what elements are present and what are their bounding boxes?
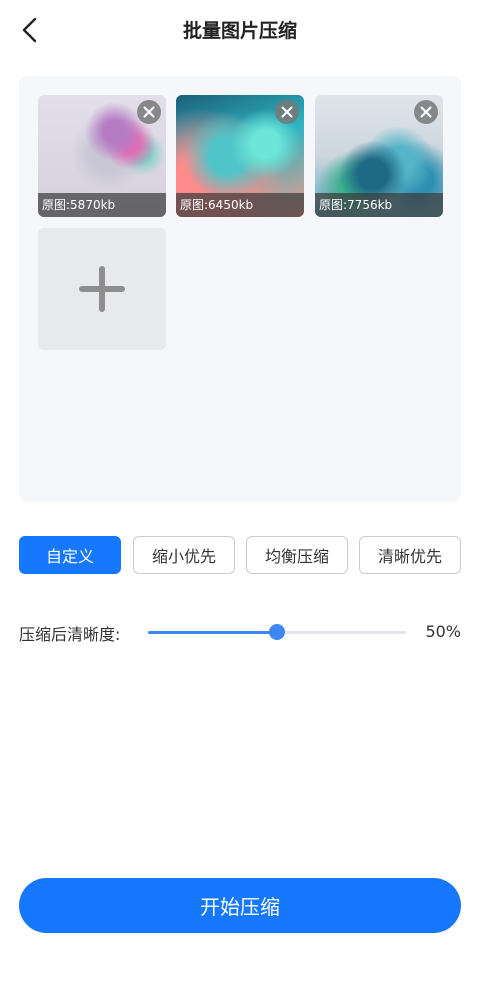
remove-image-button[interactable]	[137, 100, 161, 124]
plus-icon	[79, 266, 125, 312]
start-compress-button[interactable]: 开始压缩	[19, 878, 461, 933]
image-size-caption: 原图:7756kb	[315, 193, 443, 217]
compression-mode-selector: 自定义 缩小优先 均衡压缩 清晰优先	[19, 536, 461, 574]
close-icon	[281, 106, 293, 118]
quality-label: 压缩后清晰度:	[19, 625, 121, 644]
slider-handle[interactable]	[269, 624, 285, 640]
image-thumbnail[interactable]: 原图:6450kb	[176, 95, 304, 217]
image-thumbnail[interactable]: 原图:7756kb	[315, 95, 443, 217]
image-size-caption: 原图:6450kb	[176, 193, 304, 217]
close-icon	[420, 106, 432, 118]
mode-balanced-button[interactable]: 均衡压缩	[246, 536, 348, 574]
image-size-caption: 原图:5870kb	[38, 193, 166, 217]
mode-size-first-button[interactable]: 缩小优先	[133, 536, 235, 574]
remove-image-button[interactable]	[275, 100, 299, 124]
mode-custom-button[interactable]: 自定义	[19, 536, 121, 574]
image-thumbnail[interactable]: 原图:5870kb	[38, 95, 166, 217]
batch-compress-screen: 批量图片压缩 原图:5870kb 原图:6450kb 原图:7756kb 自定义…	[0, 0, 480, 997]
slider-fill	[148, 631, 277, 634]
mode-clarity-first-button[interactable]: 清晰优先	[359, 536, 461, 574]
add-image-button[interactable]	[38, 228, 166, 350]
remove-image-button[interactable]	[414, 100, 438, 124]
header: 批量图片压缩	[0, 0, 480, 60]
image-panel: 原图:5870kb 原图:6450kb 原图:7756kb	[19, 76, 461, 502]
quality-slider[interactable]	[148, 622, 406, 642]
close-icon	[143, 106, 155, 118]
page-title: 批量图片压缩	[182, 20, 297, 42]
quality-value: 50%	[425, 622, 461, 641]
